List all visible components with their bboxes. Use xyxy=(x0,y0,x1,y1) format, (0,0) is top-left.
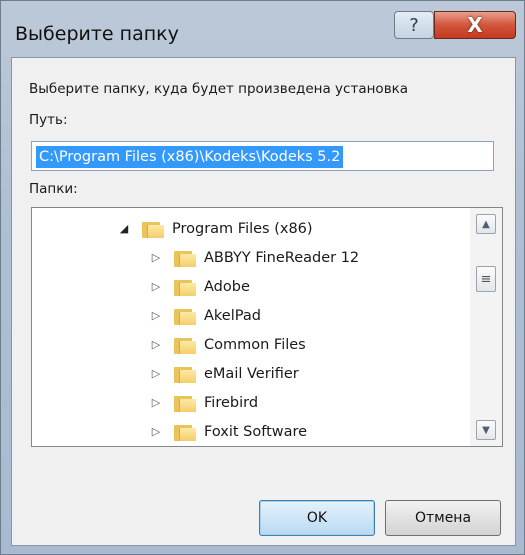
title-bar[interactable]: Выберите папку ? X xyxy=(1,1,524,57)
chevron-up-icon: ▲ xyxy=(482,218,490,230)
scroll-down-button[interactable]: ▼ xyxy=(476,420,496,440)
collapsed-arrow-icon[interactable]: ▷ xyxy=(148,367,164,380)
chevron-down-icon: ▼ xyxy=(482,424,490,436)
window-title: Выберите папку xyxy=(15,23,179,45)
tree-item-label: Program Files (x86) xyxy=(172,220,313,237)
dialog-window: Выберите папку ? X Выберите папку, куда … xyxy=(0,0,525,555)
tree-item-foxit-software[interactable]: ▷ Foxit Software xyxy=(148,417,307,446)
collapsed-arrow-icon[interactable]: ▷ xyxy=(148,280,164,293)
folder-icon xyxy=(142,220,164,238)
tree-item-label: Foxit Software xyxy=(204,423,308,440)
tree-item-label: AkelPad xyxy=(204,307,261,324)
tree-item-label: eMail Verifier xyxy=(204,365,299,382)
expanded-arrow-icon[interactable]: ◢ xyxy=(116,222,132,235)
tree-item-label: Common Files xyxy=(204,336,306,353)
folder-icon xyxy=(174,278,196,296)
collapsed-arrow-icon[interactable]: ▷ xyxy=(148,251,164,264)
close-icon: X xyxy=(467,13,483,37)
collapsed-arrow-icon[interactable]: ▷ xyxy=(148,425,164,438)
path-label: Путь: xyxy=(29,112,68,128)
folder-icon xyxy=(174,336,196,354)
scroll-thumb[interactable]: ≡ xyxy=(476,266,496,292)
tree-item-akelpad[interactable]: ▷ AkelPad xyxy=(148,301,261,330)
path-input[interactable]: C:\Program Files (x86)\Kodeks\Kodeks 5.2 xyxy=(31,141,494,171)
help-button[interactable]: ? xyxy=(394,11,434,39)
tree-item-program-files-x86[interactable]: ◢ Program Files (x86) xyxy=(116,214,313,243)
collapsed-arrow-icon[interactable]: ▷ xyxy=(148,396,164,409)
tree-item-label: ABBYY FineReader 12 xyxy=(204,249,360,266)
ok-button[interactable]: OK xyxy=(259,500,375,536)
tree-item-label: Adobe xyxy=(204,278,250,295)
cancel-button[interactable]: Отмена xyxy=(385,500,501,536)
tree-scrollbar[interactable]: ▲ ≡ ▼ xyxy=(470,208,502,446)
path-input-value: C:\Program Files (x86)\Kodeks\Kodeks 5.2 xyxy=(36,146,344,168)
folder-icon xyxy=(174,423,196,441)
help-icon: ? xyxy=(409,14,419,36)
folders-label: Папки: xyxy=(29,181,78,197)
tree-item-email-verifier[interactable]: ▷ eMail Verifier xyxy=(148,359,299,388)
tree-item-common-files[interactable]: ▷ Common Files xyxy=(148,330,306,359)
tree-item-firebird[interactable]: ▷ Firebird xyxy=(148,388,258,417)
collapsed-arrow-icon[interactable]: ▷ xyxy=(148,338,164,351)
folder-icon xyxy=(174,365,196,383)
scroll-up-button[interactable]: ▲ xyxy=(476,214,496,234)
instruction-text: Выберите папку, куда будет произведена у… xyxy=(29,81,409,97)
collapsed-arrow-icon[interactable]: ▷ xyxy=(148,309,164,322)
close-button[interactable]: X xyxy=(434,11,516,39)
folder-tree[interactable]: ◢ Program Files (x86) ▷ ABBYY FineReader… xyxy=(31,207,503,447)
tree-item-abbyy[interactable]: ▷ ABBYY FineReader 12 xyxy=(148,243,359,272)
tree-item-label: Firebird xyxy=(204,394,259,411)
folder-icon xyxy=(174,249,196,267)
grip-icon: ≡ xyxy=(480,271,492,287)
tree-item-adobe[interactable]: ▷ Adobe xyxy=(148,272,250,301)
folder-icon xyxy=(174,394,196,412)
folder-icon xyxy=(174,307,196,325)
